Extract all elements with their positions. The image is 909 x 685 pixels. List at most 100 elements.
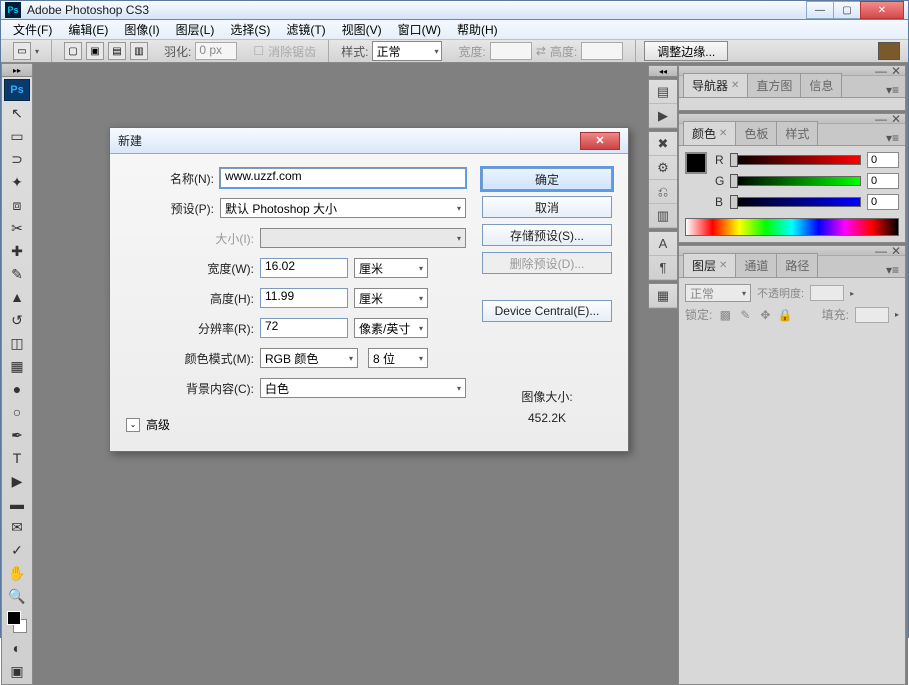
- panel-menu-icon[interactable]: ▾≡: [880, 131, 905, 145]
- eyedropper-tool[interactable]: ✓: [4, 539, 30, 561]
- advanced-toggle-icon[interactable]: ⌄: [126, 418, 140, 432]
- b-slider[interactable]: [733, 197, 861, 207]
- blur-tool[interactable]: ●: [4, 378, 30, 400]
- eraser-tool[interactable]: ◫: [4, 332, 30, 354]
- slice-tool[interactable]: ✂: [4, 217, 30, 239]
- histogram-dock-icon[interactable]: ▶: [649, 104, 677, 128]
- chevron-down-icon[interactable]: ▾: [35, 47, 39, 56]
- history-brush-tool[interactable]: ↺: [4, 309, 30, 331]
- dialog-titlebar[interactable]: 新建 ✕: [110, 128, 628, 154]
- refine-edge-button[interactable]: 调整边缘...: [644, 41, 728, 61]
- menu-image[interactable]: 图像(I): [116, 19, 167, 40]
- menu-layer[interactable]: 图层(L): [168, 19, 223, 40]
- close-button[interactable]: ✕: [860, 1, 904, 19]
- selection-subtract-icon[interactable]: ▤: [108, 42, 126, 60]
- canvas[interactable]: ↖ 新建 ✕ 名称(N): www.uzzf.com 预设(P):: [33, 63, 648, 685]
- style-select[interactable]: 正常▾: [372, 41, 442, 61]
- menu-select[interactable]: 选择(S): [222, 19, 278, 40]
- navigator-dock-icon[interactable]: ▤: [649, 80, 677, 104]
- toolbox-expand-icon[interactable]: ▸▸: [1, 63, 33, 77]
- save-preset-button[interactable]: 存储预设(S)...: [482, 224, 612, 246]
- quick-mask-tool[interactable]: ◐: [4, 637, 30, 659]
- clone-stamp-tool[interactable]: ▲: [4, 286, 30, 308]
- pen-tool[interactable]: ✒: [4, 424, 30, 446]
- zoom-tool[interactable]: 🔍: [4, 585, 30, 607]
- tab-close-icon[interactable]: ✕: [719, 128, 727, 139]
- panel-menu-icon[interactable]: ▾≡: [880, 263, 905, 277]
- path-select-tool[interactable]: ▶: [4, 470, 30, 492]
- dock-expand-icon[interactable]: ◂◂: [648, 65, 678, 77]
- ps-logo-icon[interactable]: Ps: [4, 79, 30, 101]
- menu-window[interactable]: 窗口(W): [390, 19, 449, 40]
- name-input[interactable]: www.uzzf.com: [220, 168, 466, 188]
- tab-close-icon[interactable]: ✕: [719, 260, 727, 271]
- brush-tool[interactable]: ✎: [4, 263, 30, 285]
- lasso-tool[interactable]: ⊃: [4, 148, 30, 170]
- clone-source-dock-icon[interactable]: ⎌: [649, 180, 677, 204]
- menu-view[interactable]: 视图(V): [334, 19, 390, 40]
- width-input[interactable]: 16.02: [260, 258, 348, 278]
- height-input[interactable]: 11.99: [260, 288, 348, 308]
- healing-brush-tool[interactable]: ✚: [4, 240, 30, 262]
- menu-edit[interactable]: 编辑(E): [60, 19, 116, 40]
- type-tool[interactable]: T: [4, 447, 30, 469]
- maximize-button[interactable]: ▢: [833, 1, 861, 19]
- ok-button[interactable]: 确定: [482, 168, 612, 190]
- color-mode-select[interactable]: RGB 颜色▾: [260, 348, 358, 368]
- advanced-label[interactable]: 高级: [146, 416, 170, 433]
- character-dock-icon[interactable]: A: [649, 232, 677, 256]
- bit-depth-select[interactable]: 8 位▾: [368, 348, 428, 368]
- tool-presets-dock-icon[interactable]: ✖: [649, 132, 677, 156]
- hand-tool[interactable]: ✋: [4, 562, 30, 584]
- r-slider[interactable]: [733, 155, 861, 165]
- feather-input[interactable]: 0 px: [195, 42, 237, 60]
- tab-channels[interactable]: 通道: [735, 253, 777, 277]
- marquee-tool-icon[interactable]: ▭: [13, 42, 31, 60]
- actions-dock-icon[interactable]: ▥: [649, 204, 677, 228]
- tab-swatches[interactable]: 色板: [735, 121, 777, 145]
- menu-filter[interactable]: 滤镜(T): [278, 19, 333, 40]
- crop-tool[interactable]: ⧈: [4, 194, 30, 216]
- cancel-button[interactable]: 取消: [482, 196, 612, 218]
- selection-new-icon[interactable]: ▢: [64, 42, 82, 60]
- width-unit-select[interactable]: 厘米▾: [354, 258, 428, 278]
- tab-layers[interactable]: 图层✕: [683, 253, 736, 277]
- fg-color-swatch[interactable]: [685, 152, 707, 174]
- move-tool[interactable]: ↖: [4, 102, 30, 124]
- tab-info[interactable]: 信息: [800, 73, 842, 97]
- tab-navigator[interactable]: 导航器✕: [683, 73, 748, 97]
- paragraph-dock-icon[interactable]: ¶: [649, 256, 677, 280]
- color-spectrum[interactable]: [685, 218, 899, 236]
- resolution-input[interactable]: 72: [260, 318, 348, 338]
- bg-content-select[interactable]: 白色▾: [260, 378, 466, 398]
- tab-close-icon[interactable]: ✕: [731, 80, 739, 91]
- menu-file[interactable]: 文件(F): [5, 19, 60, 40]
- height-unit-select[interactable]: 厘米▾: [354, 288, 428, 308]
- brushes-dock-icon[interactable]: ⚙: [649, 156, 677, 180]
- panel-menu-icon[interactable]: ▾≡: [880, 83, 905, 97]
- tab-color[interactable]: 颜色✕: [683, 121, 736, 145]
- color-swatches[interactable]: [4, 608, 30, 636]
- menu-help[interactable]: 帮助(H): [449, 19, 506, 40]
- gradient-tool[interactable]: ▦: [4, 355, 30, 377]
- r-value[interactable]: 0: [867, 152, 899, 168]
- marquee-tool[interactable]: ▭: [4, 125, 30, 147]
- b-value[interactable]: 0: [867, 194, 899, 210]
- resolution-unit-select[interactable]: 像素/英寸▾: [354, 318, 428, 338]
- selection-intersect-icon[interactable]: ▥: [130, 42, 148, 60]
- device-central-button[interactable]: Device Central(E)...: [482, 300, 612, 322]
- tab-paths[interactable]: 路径: [776, 253, 818, 277]
- minimize-button[interactable]: —: [806, 1, 834, 19]
- dialog-close-button[interactable]: ✕: [580, 132, 620, 150]
- tab-styles[interactable]: 样式: [776, 121, 818, 145]
- g-slider[interactable]: [733, 176, 861, 186]
- preset-select[interactable]: 默认 Photoshop 大小▾: [220, 198, 466, 218]
- fg-color-swatch[interactable]: [7, 611, 21, 625]
- g-value[interactable]: 0: [867, 173, 899, 189]
- screen-mode-tool[interactable]: ▣: [4, 660, 30, 682]
- notes-tool[interactable]: ✉: [4, 516, 30, 538]
- quick-select-tool[interactable]: ✦: [4, 171, 30, 193]
- tab-histogram[interactable]: 直方图: [747, 73, 801, 97]
- selection-add-icon[interactable]: ▣: [86, 42, 104, 60]
- shape-tool[interactable]: ▬: [4, 493, 30, 515]
